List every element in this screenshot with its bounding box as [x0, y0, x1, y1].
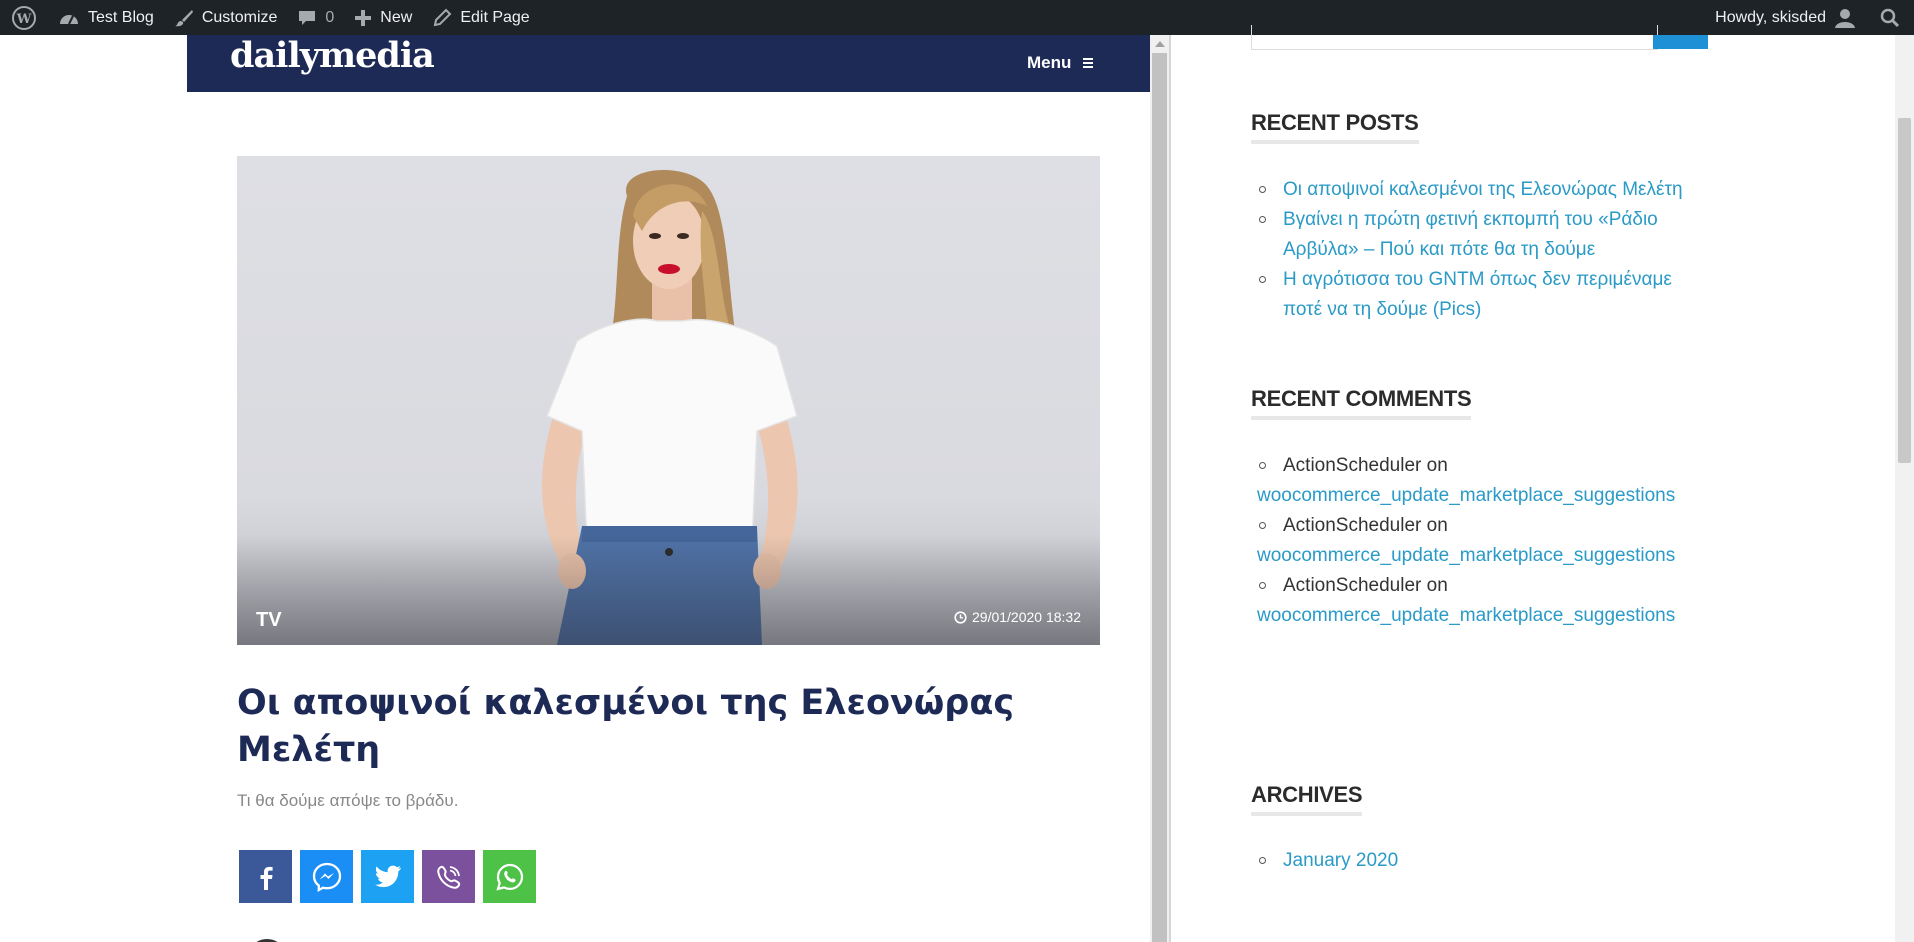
customize-button[interactable]: Customize [164, 0, 288, 35]
recent-post-link[interactable]: Οι αποψινοί καλεσμένοι της Ελεονώρας Μελ… [1283, 179, 1683, 200]
list-item: ActionScheduler on woocommerce_update_ma… [1257, 571, 1707, 631]
new-content-button[interactable]: New [344, 0, 422, 35]
comment-icon [299, 10, 316, 25]
recent-comments-title: RECENT COMMENTS [1251, 386, 1472, 420]
facebook-icon [260, 866, 273, 890]
recent-comments-list: ActionScheduler on woocommerce_update_ma… [1257, 451, 1707, 631]
site-name-label: Test Blog [88, 8, 154, 26]
share-buttons [239, 850, 536, 903]
comment-author: ActionScheduler [1283, 575, 1422, 596]
user-avatar-icon [1835, 8, 1855, 28]
edit-page-button[interactable]: Edit Page [422, 0, 539, 35]
comment-on: on [1426, 515, 1448, 536]
featured-image[interactable]: TV 29/01/2020 18:32 [237, 156, 1100, 645]
menu-label: Menu [1027, 53, 1072, 72]
recent-post-link[interactable]: Βγαίνει η πρώτη φετινή εκπομπή του «Ράδι… [1283, 209, 1658, 260]
recent-posts-title: RECENT POSTS [1251, 110, 1419, 144]
share-whatsapp-button[interactable] [483, 850, 536, 903]
share-viber-button[interactable] [422, 850, 475, 903]
post-date-text: 29/01/2020 18:32 [972, 609, 1081, 625]
sidebar-search-button[interactable] [1653, 35, 1708, 49]
site-name-menu[interactable]: Test Blog [48, 0, 164, 35]
recent-post-link[interactable]: Η αγρότισσα του GNTM όπως δεν περιμέναμε… [1283, 269, 1672, 320]
share-facebook-button[interactable] [239, 850, 292, 903]
list-item: ActionScheduler on woocommerce_update_ma… [1257, 511, 1707, 571]
preview-scrollbar-thumb[interactable] [1152, 53, 1167, 942]
preview-scrollbar[interactable] [1150, 35, 1169, 942]
list-item: January 2020 [1257, 846, 1707, 876]
comments-button[interactable]: 0 [287, 0, 344, 35]
comment-author: ActionScheduler [1283, 515, 1422, 536]
svg-text:W: W [16, 12, 32, 27]
dashboard-icon [60, 14, 78, 24]
list-item: Βγαίνει η πρώτη φετινή εκπομπή του «Ράδι… [1257, 205, 1707, 265]
comment-on: on [1426, 575, 1448, 596]
featured-image-overlay [237, 535, 1100, 645]
twitter-icon [374, 865, 401, 887]
post-date: 29/01/2020 18:32 [954, 609, 1081, 625]
archive-link[interactable]: January 2020 [1283, 850, 1398, 871]
hamburger-icon [1083, 56, 1094, 70]
scroll-up-arrow-icon[interactable] [1155, 41, 1165, 47]
page-scrollbar[interactable] [1895, 35, 1914, 942]
panel-divider [1169, 35, 1171, 942]
search-icon [1880, 8, 1900, 27]
list-item: ActionScheduler on woocommerce_update_ma… [1257, 451, 1707, 511]
comments-count: 0 [325, 8, 335, 26]
share-twitter-button[interactable] [361, 850, 414, 903]
page-preview: dailymedia Menu TV 29/01/2020 18:32 Οι α… [187, 35, 1150, 942]
customize-label: Customize [201, 8, 278, 26]
comment-post-link[interactable]: woocommerce_update_marketplace_suggestio… [1257, 541, 1707, 571]
viber-icon [436, 865, 460, 889]
plus-icon [355, 9, 372, 26]
article-title: Οι αποψινοί καλεσμένοι της Ελεονώρας Μελ… [237, 683, 1015, 770]
whatsapp-icon [495, 863, 523, 891]
menu-button[interactable]: Menu [1027, 53, 1094, 73]
recent-posts-list: Οι αποψινοί καλεσμένοι της Ελεονώρας Μελ… [1257, 175, 1707, 325]
wordpress-logo-button[interactable]: W [0, 0, 48, 35]
site-header: dailymedia Menu [187, 35, 1150, 92]
brush-icon [174, 9, 193, 26]
messenger-icon [312, 862, 341, 892]
site-logo[interactable]: dailymedia [230, 35, 435, 76]
list-item: Η αγρότισσα του GNTM όπως δεν περιμέναμε… [1257, 265, 1707, 325]
sidebar-search-input[interactable] [1251, 25, 1658, 50]
comment-post-link[interactable]: woocommerce_update_marketplace_suggestio… [1257, 481, 1707, 511]
comment-on: on [1426, 455, 1448, 476]
page-scrollbar-thumb[interactable] [1898, 118, 1911, 463]
comment-post-link[interactable]: woocommerce_update_marketplace_suggestio… [1257, 601, 1707, 631]
article-subtitle: Τι θα δούμε απόψε το βράδυ. [237, 791, 459, 810]
wordpress-icon: W [12, 5, 36, 30]
clock-icon [954, 610, 967, 624]
pencil-icon [434, 8, 452, 26]
edit-page-label: Edit Page [460, 8, 530, 26]
admin-bar-secondary: Howdy, skisded [1705, 0, 1914, 35]
category-label[interactable]: TV [256, 609, 282, 632]
howdy-label: Howdy, skisded [1715, 8, 1826, 26]
list-item: Οι αποψινοί καλεσμένοι της Ελεονώρας Μελ… [1257, 175, 1707, 205]
admin-search-button[interactable] [1874, 0, 1914, 35]
archives-list: January 2020 [1257, 846, 1707, 876]
comment-author: ActionScheduler [1283, 455, 1422, 476]
new-label: New [380, 8, 413, 26]
my-account-menu[interactable]: Howdy, skisded [1705, 0, 1874, 35]
archives-title: ARCHIVES [1251, 782, 1363, 816]
share-messenger-button[interactable] [300, 850, 353, 903]
